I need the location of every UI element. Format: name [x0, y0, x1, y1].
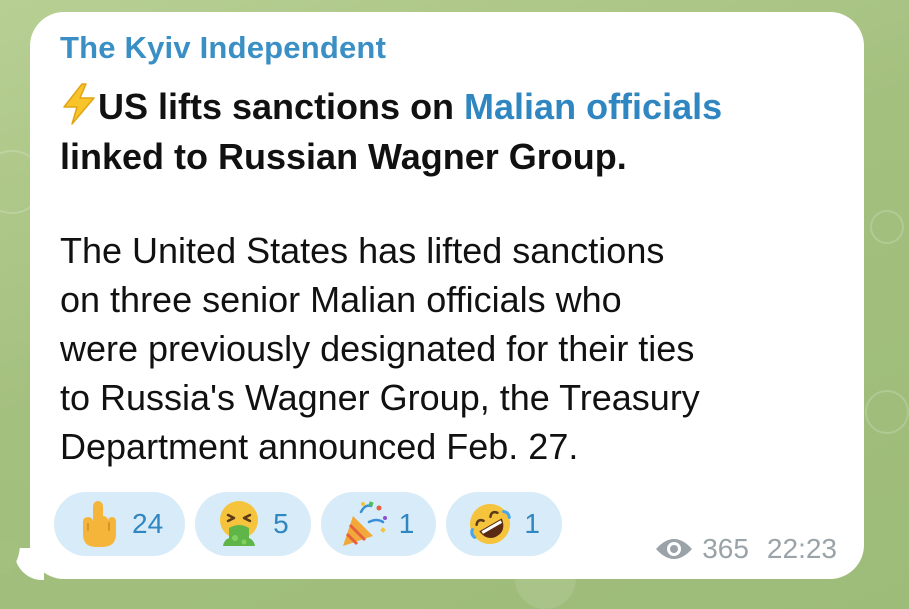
reaction-party-popper[interactable]: 1 — [320, 492, 437, 556]
vomiting-face-icon — [220, 501, 259, 546]
reaction-count: 24 — [132, 508, 164, 539]
reaction-vomiting-face[interactable]: 5 — [195, 492, 311, 556]
middle-finger-emoji-icon — [83, 501, 116, 547]
rolling-laughing-face-icon — [470, 504, 512, 544]
reaction-count: 1 — [398, 508, 415, 539]
post-body: The United States has lifted sanctions o… — [60, 226, 850, 471]
channel-name[interactable]: The Kyiv Independent — [60, 30, 386, 66]
reactions-bar: 24 5 1 1 — [54, 492, 562, 556]
background-doodle — [870, 210, 904, 244]
reaction-rolling-laughing[interactable]: 1 — [446, 492, 562, 556]
headline-text-start: US lifts sanctions on — [98, 86, 465, 127]
party-popper-icon — [342, 501, 387, 546]
body-line: were previously designated for their tie… — [60, 328, 695, 369]
headline-text-end: linked to Russian Wagner Group. — [60, 136, 627, 177]
body-line: The United States has lifted sanctions — [60, 230, 665, 271]
body-line: Department announced Feb. 27. — [60, 426, 579, 467]
lightning-icon — [63, 83, 95, 125]
malian-officials-link[interactable]: Malian officials — [464, 86, 722, 127]
reaction-count: 5 — [273, 508, 289, 539]
eye-icon — [656, 539, 693, 559]
post-headline: US lifts sanctions on Malian officials l… — [60, 82, 840, 182]
message-meta: 365 22:23 — [654, 533, 837, 565]
body-line: on three senior Malian officials who — [60, 279, 622, 320]
view-count: 365 — [702, 533, 749, 564]
body-line: to Russia's Wagner Group, the Treasury — [60, 377, 700, 418]
background-doodle — [865, 390, 909, 434]
reaction-middle-finger[interactable]: 24 — [54, 492, 186, 556]
message-timestamp: 22:23 — [766, 533, 837, 564]
reaction-count: 1 — [524, 508, 540, 539]
